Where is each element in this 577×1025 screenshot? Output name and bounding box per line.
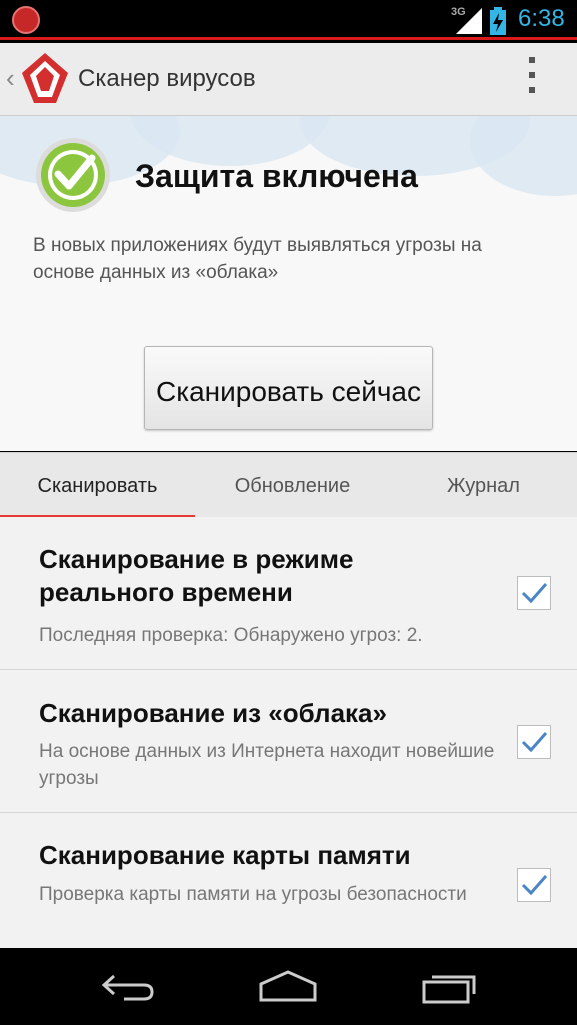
setting-cloud-scan[interactable]: Сканирование из «облака» На основе данны… [0, 670, 577, 813]
app-notification-icon [12, 6, 40, 34]
tab-scan[interactable]: Сканировать [0, 453, 195, 518]
signal-icon [456, 8, 482, 34]
tab-scan-label: Сканировать [37, 475, 158, 497]
status-accent-line [0, 37, 577, 40]
checkmark-icon [521, 875, 548, 896]
recent-apps-icon[interactable] [420, 968, 480, 1004]
scan-settings-list: Сканирование в режиме реального времени … [0, 517, 577, 948]
scan-now-button[interactable]: Сканировать сейчас [144, 346, 433, 430]
tab-update[interactable]: Обновление [195, 453, 390, 518]
setting-sdcard-scan[interactable]: Сканирование карты памяти Проверка карты… [0, 813, 577, 948]
tab-journal[interactable]: Журнал [390, 453, 577, 518]
protection-panel: Защита включена В новых приложениях буду… [0, 116, 577, 451]
cloud-scan-checkbox[interactable] [517, 725, 551, 759]
tab-bar: Сканировать Обновление Журнал [0, 452, 577, 518]
overflow-menu-icon[interactable] [522, 57, 542, 101]
protection-status-title: Защита включена [135, 158, 418, 194]
tab-journal-label: Журнал [447, 475, 520, 497]
clock: 6:38 [518, 5, 565, 32]
app-logo-icon[interactable] [20, 51, 70, 105]
setting-title: Сканирование в режиме реального времени [39, 544, 354, 607]
cloud-decoration [470, 116, 577, 196]
realtime-scan-checkbox[interactable] [517, 576, 551, 610]
status-bar: 3G 6:38 [0, 0, 577, 40]
checkmark-icon [521, 583, 548, 604]
protection-description: В новых приложениях будут выявляться угр… [33, 235, 482, 283]
setting-title: Сканирование из «облака» [39, 698, 387, 728]
home-icon[interactable] [258, 968, 318, 1004]
setting-realtime-scan[interactable]: Сканирование в режиме реального времени … [0, 517, 577, 670]
setting-subtitle: На основе данных из Интернета находит но… [39, 741, 495, 789]
screen-title: Сканер вирусов [78, 65, 256, 92]
setting-subtitle: Последняя проверка: Обнаружено угроз: 2. [39, 625, 423, 646]
battery-icon [490, 7, 506, 35]
back-icon[interactable] [100, 968, 156, 1004]
tab-update-label: Обновление [234, 475, 351, 497]
back-chevron-icon[interactable]: ‹ [6, 63, 15, 94]
protection-check-icon [36, 138, 110, 212]
action-bar: ‹ Сканер вирусов [0, 43, 577, 116]
sdcard-scan-checkbox[interactable] [517, 868, 551, 902]
setting-title: Сканирование карты памяти [39, 840, 411, 870]
setting-subtitle: Проверка карты памяти на угрозы безопасн… [39, 884, 467, 905]
checkmark-icon [521, 732, 548, 753]
system-nav-bar [0, 948, 577, 1025]
